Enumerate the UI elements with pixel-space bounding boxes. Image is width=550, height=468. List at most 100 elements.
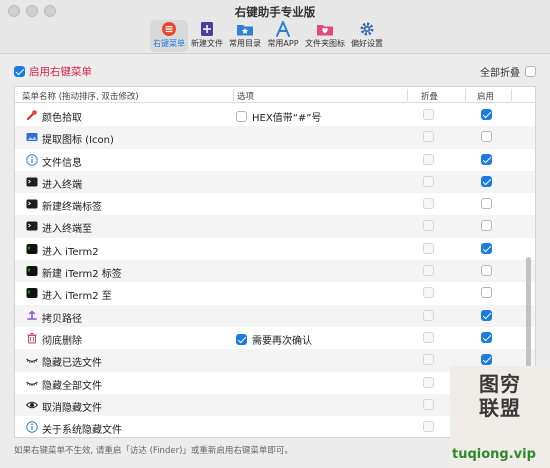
menu-item-name: 进入终端至: [42, 224, 92, 236]
enable-checkbox[interactable]: [481, 109, 492, 120]
terminal-icon: [26, 198, 38, 210]
tab-common-apps[interactable]: 常用APP: [264, 20, 302, 52]
option-checkbox[interactable]: [236, 111, 247, 122]
table-row[interactable]: 颜色拾取 HEX值带“#”号: [15, 104, 535, 126]
column-divider: [233, 89, 234, 101]
app-store-icon: [276, 21, 290, 37]
enable-context-menu-toggle[interactable]: 启用右键菜单: [14, 64, 92, 79]
footer-note: 如果右键菜单不生效, 请重启「访达 (Finder)」或重新启用右键菜单即可。: [14, 446, 293, 456]
fold-checkbox[interactable]: [423, 198, 434, 210]
column-header-name: 菜单名称 (拖动排序, 双击修改): [22, 92, 139, 102]
copy-path-icon: [26, 310, 38, 322]
enable-checkbox[interactable]: [481, 220, 492, 232]
menu-item-name: 进入终端: [42, 179, 82, 191]
color-picker-icon: [26, 109, 38, 121]
gear-icon: [360, 22, 374, 36]
enable-checkbox[interactable]: [481, 131, 492, 143]
enable-checkbox[interactable]: [481, 198, 492, 210]
table-row[interactable]: 彻底删除 需要再次确认: [15, 327, 535, 349]
table-row[interactable]: 进入 iTerm2: [15, 238, 535, 260]
fold-checkbox[interactable]: [423, 109, 434, 120]
menu-list-icon: [162, 22, 176, 36]
enable-checkbox[interactable]: [481, 354, 492, 366]
tab-context-menu[interactable]: 右键菜单: [150, 20, 188, 52]
table-row[interactable]: 新建终端标签: [15, 193, 535, 215]
table-row[interactable]: 文件信息: [15, 149, 535, 171]
terminal-icon: [26, 176, 38, 188]
column-header-fold: 折叠: [421, 92, 439, 102]
image-icon: [26, 131, 38, 143]
option-label: 需要再次确认: [252, 335, 312, 347]
tab-common-dirs[interactable]: 常用目录: [226, 20, 264, 52]
iterm-icon: [26, 265, 38, 277]
fold-checkbox[interactable]: [423, 242, 434, 254]
column-divider: [407, 89, 408, 101]
table-row[interactable]: 拷贝路径: [15, 304, 535, 327]
enable-context-menu-checkbox[interactable]: [14, 66, 25, 77]
column-divider: [511, 89, 512, 101]
fold-checkbox[interactable]: [423, 331, 434, 343]
fold-checkbox[interactable]: [423, 131, 434, 143]
tab-label: 新建文件: [191, 39, 223, 48]
tab-label: 常用APP: [267, 39, 299, 48]
fold-checkbox[interactable]: [423, 153, 434, 165]
title-bar: 右键助手专业版 右键菜单 新建文件 常用目录 常用APP 文件夹图标 偏好设置: [0, 0, 550, 54]
menu-item-name: 颜色拾取: [42, 113, 82, 124]
watermark-url: tuqiong.vip: [452, 447, 536, 462]
tab-label: 常用目录: [229, 39, 261, 48]
table-header: 菜单名称 (拖动排序, 双击修改) 选项 折叠 启用: [15, 87, 535, 103]
menu-item-name: 进入 iTerm2: [42, 246, 99, 258]
enable-checkbox[interactable]: [481, 287, 492, 299]
menu-item-name: 彻底删除: [42, 335, 82, 347]
enable-checkbox[interactable]: [481, 331, 492, 343]
tab-new-file[interactable]: 新建文件: [188, 20, 226, 52]
fold-checkbox[interactable]: [423, 309, 434, 321]
menu-item-name: 拷贝路径: [42, 313, 82, 325]
tab-label: 文件夹图标: [305, 39, 345, 48]
fold-checkbox[interactable]: [423, 398, 434, 410]
closed-eye-icon: [26, 377, 38, 389]
fold-checkbox[interactable]: [423, 421, 434, 433]
table-row[interactable]: 新建 iTerm2 标签: [15, 260, 535, 283]
fold-all-toggle[interactable]: 全部折叠: [480, 64, 536, 79]
fold-checkbox[interactable]: [423, 265, 434, 277]
enable-checkbox[interactable]: [481, 265, 492, 277]
enable-checkbox[interactable]: [481, 309, 492, 321]
table-row[interactable]: 提取图标 (Icon): [15, 126, 535, 149]
fold-checkbox[interactable]: [423, 220, 434, 232]
tab-preferences[interactable]: 偏好设置: [348, 20, 386, 52]
terminal-icon: [26, 220, 38, 232]
enable-checkbox[interactable]: [481, 153, 492, 165]
table-row[interactable]: 进入终端至: [15, 215, 535, 238]
fold-checkbox[interactable]: [423, 376, 434, 388]
column-header-enable: 启用: [477, 92, 495, 102]
window-title: 右键助手专业版: [234, 5, 316, 19]
option-toggle[interactable]: 需要再次确认: [236, 332, 312, 347]
info-icon: [26, 153, 38, 166]
table-row[interactable]: 进入终端: [15, 170, 535, 194]
option-label: HEX值带“#”号: [252, 113, 322, 124]
enable-checkbox[interactable]: [481, 242, 492, 254]
option-checkbox[interactable]: [236, 333, 247, 345]
fold-checkbox[interactable]: [423, 175, 434, 187]
app-window: 右键助手专业版 右键菜单 新建文件 常用目录 常用APP 文件夹图标 偏好设置 …: [0, 0, 550, 468]
enable-checkbox[interactable]: [481, 175, 492, 187]
table-row[interactable]: 进入 iTerm2 至: [15, 282, 535, 304]
fold-all-label: 全部折叠: [480, 68, 520, 79]
fold-all-checkbox[interactable]: [525, 66, 536, 77]
option-toggle[interactable]: HEX值带“#”号: [236, 109, 321, 124]
menu-item-name: 隐藏已选文件: [42, 358, 102, 370]
menu-item-name: 提取图标 (Icon): [42, 135, 114, 147]
folder-star-icon: [237, 25, 253, 36]
eye-icon: [25, 399, 39, 411]
fold-checkbox[interactable]: [423, 354, 434, 366]
enable-context-menu-label: 启用右键菜单: [29, 66, 92, 78]
tab-folder-icons[interactable]: 文件夹图标: [302, 20, 348, 52]
new-file-icon: [201, 22, 213, 36]
watermark-text: 图穷联盟: [479, 372, 521, 420]
trash-icon: [26, 332, 38, 344]
fold-checkbox[interactable]: [423, 287, 434, 299]
watermark: 图穷联盟 tuqiong.vip: [450, 366, 550, 468]
menu-item-name: 取消隐藏文件: [42, 402, 102, 414]
menu-item-name: 新建终端标签: [42, 202, 102, 214]
